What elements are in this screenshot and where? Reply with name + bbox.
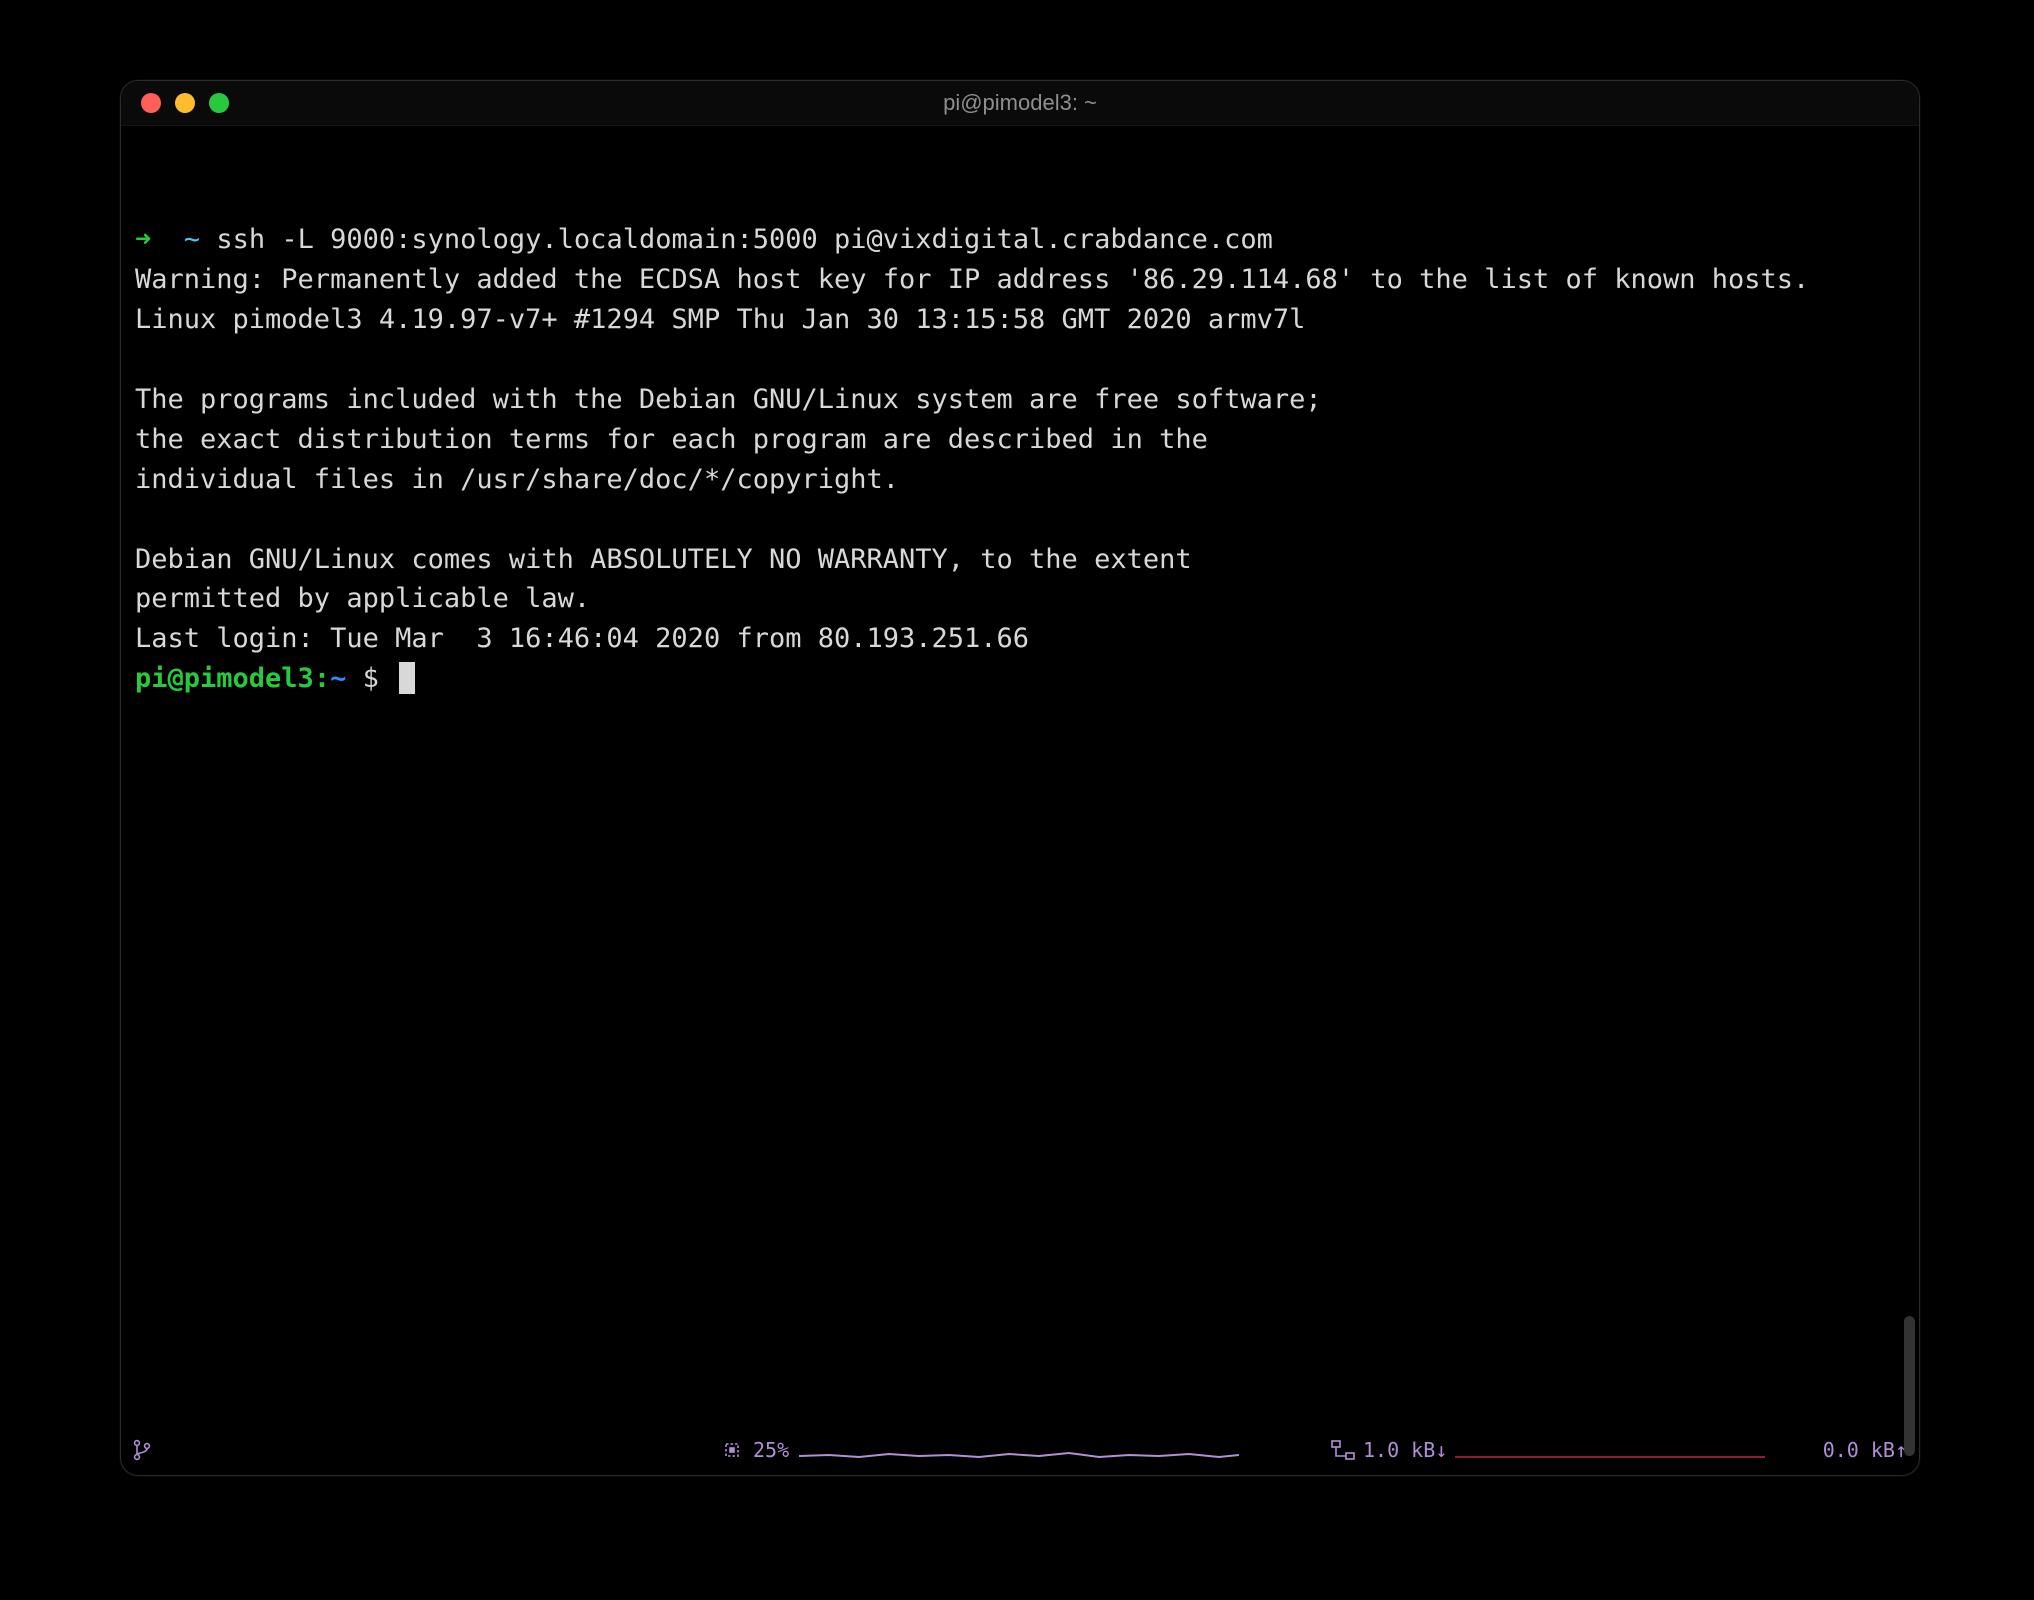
titlebar: pi@pimodel3: ~ <box>121 81 1919 126</box>
maximize-button[interactable] <box>209 93 229 113</box>
terminal-window: pi@pimodel3: ~ ➜ ~ ssh -L 9000:synology.… <box>120 80 1920 1476</box>
motd-line: the exact distribution terms for each pr… <box>135 420 1905 460</box>
minimize-button[interactable] <box>175 93 195 113</box>
motd-line: permitted by applicable law. <box>135 579 1905 619</box>
prompt-user-host: pi@pimodel3 <box>135 663 314 694</box>
prompt-path: ~ <box>330 663 346 694</box>
ssh-warning: Warning: Permanently added the ECDSA hos… <box>135 260 1905 300</box>
entered-command: ssh -L 9000:synology.localdomain:5000 pi… <box>216 224 1273 255</box>
prompt-separator: : <box>314 663 330 694</box>
net-sparkline <box>1455 1442 1765 1458</box>
uname-line: Linux pimodel3 4.19.97-v7+ #1294 SMP Thu… <box>135 300 1905 340</box>
terminal-body[interactable]: ➜ ~ ssh -L 9000:synology.localdomain:500… <box>121 126 1919 1431</box>
command-line: ➜ ~ ssh -L 9000:synology.localdomain:500… <box>135 220 1905 260</box>
cpu-percent: 25% <box>753 1438 789 1462</box>
last-login-line: Last login: Tue Mar 3 16:46:04 2020 from… <box>135 619 1905 659</box>
cpu-icon <box>721 1439 743 1461</box>
prompt-dollar: $ <box>346 663 395 694</box>
net-up: 0.0 kB↑ <box>1823 1438 1907 1462</box>
prompt-arrow-icon: ➜ <box>135 224 151 255</box>
motd-line: individual files in /usr/share/doc/*/cop… <box>135 460 1905 500</box>
motd-line: The programs included with the Debian GN… <box>135 380 1905 420</box>
traffic-lights <box>121 93 229 113</box>
current-prompt: pi@pimodel3:~ $ <box>135 659 1905 699</box>
cursor <box>399 662 415 694</box>
close-button[interactable] <box>141 93 161 113</box>
git-branch-icon <box>133 1439 151 1461</box>
status-bar: 25% 1.0 kB↓ 0.0 kB↑ <box>121 1431 1919 1475</box>
cpu-sparkline <box>799 1440 1239 1460</box>
window-title: pi@pimodel3: ~ <box>121 90 1919 116</box>
network-icon <box>1331 1440 1355 1460</box>
net-down: 1.0 kB↓ <box>1363 1438 1447 1462</box>
prompt-cwd: ~ <box>184 224 200 255</box>
motd-line: Debian GNU/Linux comes with ABSOLUTELY N… <box>135 540 1905 580</box>
